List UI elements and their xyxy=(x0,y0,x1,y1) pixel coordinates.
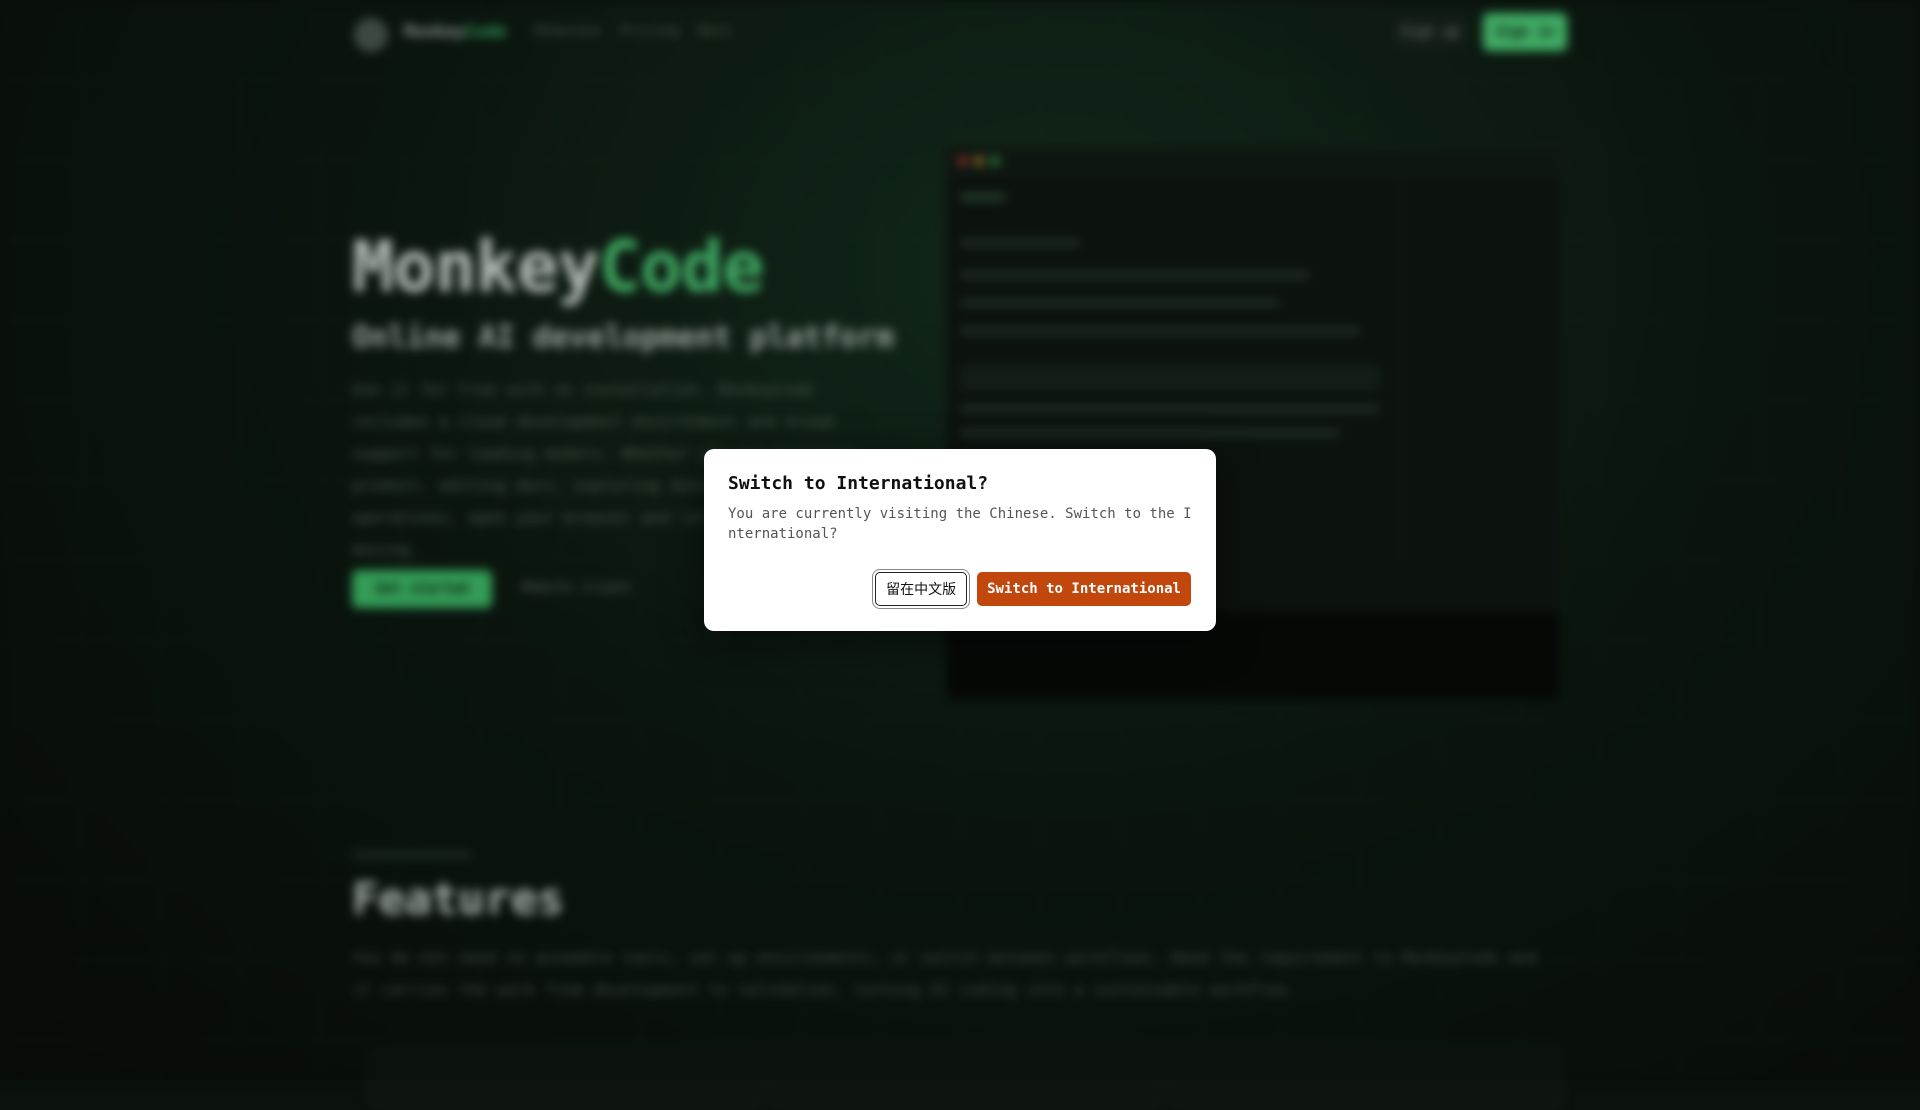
dialog-message: You are currently visiting the Chinese. … xyxy=(728,506,1192,542)
dialog-title: Switch to International? xyxy=(728,473,989,494)
dialog-actions: 留在中文版 Switch to International xyxy=(875,572,1191,606)
switch-international-button[interactable]: Switch to International xyxy=(977,572,1191,606)
region-switch-dialog: Switch to International? You are current… xyxy=(704,449,1216,631)
stay-chinese-button[interactable]: 留在中文版 xyxy=(875,572,968,606)
